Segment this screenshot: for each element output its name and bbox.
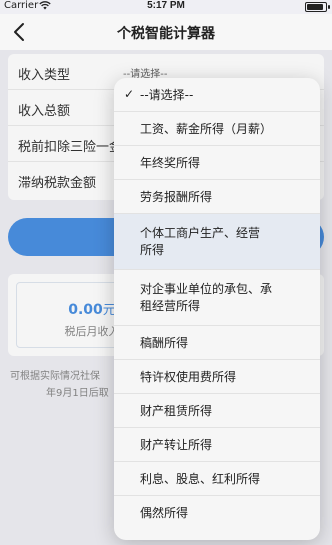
dropdown-option-line: 利息、股息、红利所得	[140, 471, 261, 486]
dropdown-option[interactable]: 稿酬所得	[114, 326, 320, 360]
dropdown-option-label: 稿酬所得	[140, 335, 312, 352]
dropdown-option[interactable]: 个体工商户生产、经营 所得	[114, 214, 320, 270]
dropdown-option-line: 财产租赁所得	[140, 403, 213, 418]
dropdown-option-line: 租经营所得	[140, 299, 201, 313]
status-bar: Carrier 5:17 PM	[0, 0, 332, 14]
dropdown-option-line: 特许权使用费所得	[140, 369, 237, 384]
dropdown-option-label: 偶然所得	[140, 505, 312, 522]
dropdown-option[interactable]: 年终奖所得	[114, 146, 320, 180]
dropdown-option-label: 年终奖所得	[140, 155, 312, 172]
dropdown-option-label: 对企事业单位的承包、承 租经营所得	[140, 281, 312, 315]
income-type-dropdown-menu: ✓ --请选择-- 工资、薪金所得（月薪） 年终奖所得劳务报酬所得个体工商户生产、经营…	[114, 78, 320, 540]
dropdown-option-label: 利息、股息、红利所得	[140, 471, 312, 488]
dropdown-option-line: 所得	[140, 243, 165, 257]
dropdown-option-label: 财产转让所得	[140, 437, 312, 454]
dropdown-option-line: 对企事业单位的承包、承	[140, 282, 273, 296]
dropdown-option-line: 个体工商户生产、经营	[140, 226, 261, 240]
dropdown-option[interactable]: ✓ --请选择--	[114, 78, 320, 112]
dropdown-option[interactable]: 工资、薪金所得（月薪）	[114, 112, 320, 146]
dropdown-option-label: 劳务报酬所得	[140, 189, 312, 206]
dropdown-option[interactable]: 对企事业单位的承包、承 租经营所得	[114, 270, 320, 326]
dropdown-option-line: 稿酬所得	[140, 335, 189, 350]
dropdown-option[interactable]: 财产转让所得	[114, 428, 320, 462]
dropdown-option-line: 偶然所得	[140, 505, 189, 520]
checkmark-icon: ✓	[124, 86, 135, 101]
dropdown-option-label: 财产租赁所得	[140, 403, 312, 420]
dropdown-option-line: --请选择--	[140, 87, 194, 102]
battery-level	[307, 4, 324, 10]
dropdown-option-line: 年终奖所得	[140, 155, 201, 170]
battery-icon	[305, 2, 330, 12]
navigation-bar: 个税智能计算器	[0, 14, 332, 50]
status-time: 5:17 PM	[147, 0, 185, 11]
dropdown-option[interactable]: 偶然所得	[114, 496, 320, 530]
dropdown-option-line: 工资、薪金所得（月薪）	[140, 121, 273, 136]
dropdown-option[interactable]: 劳务报酬所得	[114, 180, 320, 214]
dropdown-option-label: 个体工商户生产、经营 所得	[140, 225, 312, 259]
dropdown-option[interactable]: 财产租赁所得	[114, 394, 320, 428]
dropdown-option-label: --请选择--	[140, 87, 312, 104]
dropdown-option[interactable]: 特许权使用费所得	[114, 360, 320, 394]
page-title: 个税智能计算器	[117, 26, 215, 42]
dropdown-option-label: 工资、薪金所得（月薪）	[140, 121, 312, 138]
dropdown-option-line: 劳务报酬所得	[140, 189, 213, 204]
dropdown-option-label: 特许权使用费所得	[140, 369, 312, 386]
dropdown-option-line: 财产转让所得	[140, 437, 213, 452]
dropdown-option[interactable]: 利息、股息、红利所得	[114, 462, 320, 496]
